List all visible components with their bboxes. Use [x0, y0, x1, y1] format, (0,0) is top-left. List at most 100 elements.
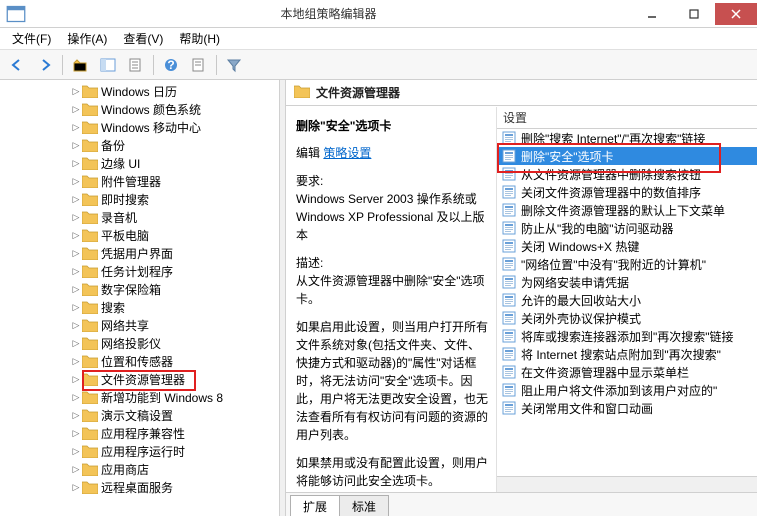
expand-icon[interactable]: ▷	[70, 212, 82, 223]
tree-node[interactable]: ▷网络投影仪	[0, 334, 279, 352]
expand-icon[interactable]: ▷	[70, 482, 82, 493]
setting-row[interactable]: 删除"搜索 Internet"/"再次搜索"链接	[497, 129, 757, 147]
setting-row[interactable]: 关闭常用文件和窗口动画	[497, 399, 757, 417]
settings-column-header[interactable]: 设置	[497, 107, 757, 129]
tab-extended[interactable]: 扩展	[290, 495, 340, 516]
expand-icon[interactable]: ▷	[70, 410, 82, 421]
setting-row[interactable]: 在文件资源管理器中显示菜单栏	[497, 363, 757, 381]
expand-icon[interactable]: ▷	[70, 266, 82, 277]
expand-icon[interactable]: ▷	[70, 374, 82, 385]
expand-icon[interactable]: ▷	[70, 176, 82, 187]
tree-node[interactable]: ▷应用程序兼容性	[0, 424, 279, 442]
filter-button[interactable]	[221, 53, 247, 77]
expand-icon[interactable]: ▷	[70, 194, 82, 205]
setting-title: 删除"安全"选项卡	[296, 117, 488, 134]
expand-icon[interactable]: ▷	[70, 86, 82, 97]
expand-icon[interactable]: ▷	[70, 338, 82, 349]
tree-node[interactable]: ▷附件管理器	[0, 172, 279, 190]
tree-node[interactable]: ▷Windows 移动中心	[0, 118, 279, 136]
setting-row[interactable]: 删除文件资源管理器的默认上下文菜单	[497, 201, 757, 219]
up-button[interactable]	[67, 53, 93, 77]
maximize-button[interactable]	[673, 3, 715, 25]
expand-icon[interactable]: ▷	[70, 104, 82, 115]
setting-label: 从文件资源管理器中删除搜索按钮	[521, 166, 701, 183]
expand-icon[interactable]: ▷	[70, 248, 82, 259]
tree-node-label: 演示文稿设置	[101, 407, 173, 424]
folder-icon	[82, 84, 98, 98]
tree-node[interactable]: ▷位置和传感器	[0, 352, 279, 370]
tree-node[interactable]: ▷备份	[0, 136, 279, 154]
tree-node[interactable]: ▷远程桌面服务	[0, 478, 279, 496]
folder-icon	[82, 264, 98, 278]
close-button[interactable]	[715, 3, 757, 25]
setting-row[interactable]: 阻止用户将文件添加到该用户对应的"	[497, 381, 757, 399]
back-button[interactable]	[4, 53, 30, 77]
setting-row[interactable]: 关闭文件资源管理器中的数值排序	[497, 183, 757, 201]
tree-node[interactable]: ▷Windows 日历	[0, 82, 279, 100]
setting-label: 阻止用户将文件添加到该用户对应的"	[521, 382, 717, 399]
horizontal-scrollbar[interactable]	[497, 476, 757, 492]
policy-icon	[501, 166, 517, 182]
properties-button[interactable]	[186, 53, 212, 77]
menu-view[interactable]: 查看(V)	[115, 28, 171, 49]
setting-row[interactable]: 将库或搜索连接器添加到"再次搜索"链接	[497, 327, 757, 345]
tree-node[interactable]: ▷任务计划程序	[0, 262, 279, 280]
export-list-button[interactable]	[123, 53, 149, 77]
setting-row[interactable]: 关闭外壳协议保护模式	[497, 309, 757, 327]
tree-node[interactable]: ▷ 演示文稿设置	[0, 406, 279, 424]
show-hide-tree-button[interactable]	[95, 53, 121, 77]
expand-icon[interactable]: ▷	[70, 392, 82, 403]
tab-standard[interactable]: 标准	[339, 495, 389, 516]
setting-row[interactable]: 删除"安全"选项卡	[497, 147, 757, 165]
tree-node[interactable]: ▷ 应用程序运行时	[0, 442, 279, 460]
menu-help[interactable]: 帮助(H)	[171, 28, 228, 49]
setting-row[interactable]: 关闭 Windows+X 热键	[497, 237, 757, 255]
tree-node[interactable]: ▷录音机	[0, 208, 279, 226]
menu-action[interactable]: 操作(A)	[59, 28, 115, 49]
expand-icon[interactable]: ▷	[70, 428, 82, 439]
forward-button[interactable]	[32, 53, 58, 77]
minimize-button[interactable]	[631, 3, 673, 25]
setting-row[interactable]: 防止从"我的电脑"访问驱动器	[497, 219, 757, 237]
policy-setting-link[interactable]: 策略设置	[323, 146, 371, 160]
expand-icon[interactable]: ▷	[70, 446, 82, 457]
tree-node[interactable]: ▷ 文件资源管理器	[0, 370, 279, 388]
help-button[interactable]: ?	[158, 53, 184, 77]
tree-node[interactable]: ▷应用商店	[0, 460, 279, 478]
tree-node[interactable]: ▷平板电脑	[0, 226, 279, 244]
tree-node-label: 应用程序运行时	[101, 443, 185, 460]
window-controls	[631, 3, 757, 25]
folder-icon	[82, 102, 98, 116]
menu-file[interactable]: 文件(F)	[4, 28, 59, 49]
tree-node[interactable]: ▷即时搜索	[0, 190, 279, 208]
tree-pane[interactable]: ▷Windows 日历▷Windows 颜色系统▷Windows 移动中心▷备份…	[0, 80, 280, 516]
setting-label: 关闭文件资源管理器中的数值排序	[521, 184, 701, 201]
tree-node-label: 文件资源管理器	[101, 371, 185, 388]
expand-icon[interactable]: ▷	[70, 230, 82, 241]
expand-icon[interactable]: ▷	[70, 320, 82, 331]
expand-icon[interactable]: ▷	[70, 284, 82, 295]
setting-row[interactable]: 为网络安装申请凭据	[497, 273, 757, 291]
expand-icon[interactable]: ▷	[70, 302, 82, 313]
tree-node[interactable]: ▷新增功能到 Windows 8	[0, 388, 279, 406]
separator	[153, 55, 154, 75]
tree-node[interactable]: ▷Windows 颜色系统	[0, 100, 279, 118]
tree-node[interactable]: ▷凭据用户界面	[0, 244, 279, 262]
setting-row[interactable]: 从文件资源管理器中删除搜索按钮	[497, 165, 757, 183]
tree-node[interactable]: ▷网络共享	[0, 316, 279, 334]
expand-icon[interactable]: ▷	[70, 356, 82, 367]
policy-icon	[501, 364, 517, 380]
tree-node[interactable]: ▷边缘 UI	[0, 154, 279, 172]
expand-icon[interactable]: ▷	[70, 140, 82, 151]
expand-icon[interactable]: ▷	[70, 464, 82, 475]
setting-row[interactable]: "网络位置"中没有"我附近的计算机"	[497, 255, 757, 273]
folder-icon	[82, 462, 98, 476]
tree-node[interactable]: ▷搜索	[0, 298, 279, 316]
tree-node[interactable]: ▷数字保险箱	[0, 280, 279, 298]
folder-icon	[82, 480, 98, 494]
settings-list[interactable]: 删除"搜索 Internet"/"再次搜索"链接删除"安全"选项卡从文件资源管理…	[497, 129, 757, 476]
expand-icon[interactable]: ▷	[70, 122, 82, 133]
setting-row[interactable]: 将 Internet 搜索站点附加到"再次搜索"	[497, 345, 757, 363]
expand-icon[interactable]: ▷	[70, 158, 82, 169]
setting-row[interactable]: 允许的最大回收站大小	[497, 291, 757, 309]
